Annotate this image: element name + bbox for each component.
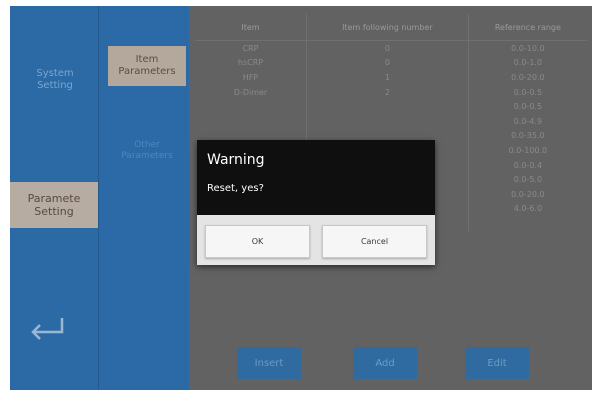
- add-button[interactable]: Add: [353, 347, 417, 379]
- cell-reference-range: 0.0-0.4: [513, 160, 543, 170]
- cell-following-number: 0: [306, 55, 469, 71]
- cell-reference-range: 0.0-4.9: [513, 116, 543, 126]
- cell-reference-range: 0.0-0.5: [513, 87, 543, 97]
- cell-reference-range: 0.0-35.0: [511, 131, 545, 141]
- cell-reference-range: 0.0-20.0: [511, 189, 545, 199]
- edit-button[interactable]: Edit: [465, 347, 529, 379]
- table-row[interactable]: hsCRP 0 0.0-1.0: [195, 55, 587, 71]
- ok-button[interactable]: OK: [205, 225, 310, 258]
- insert-button[interactable]: Insert: [237, 347, 301, 379]
- table-header-row: Item Item following number Reference ran…: [195, 14, 587, 41]
- cell-item: [195, 99, 307, 114]
- cell-following-number: [306, 99, 469, 114]
- dialog-button-bar: OK Cancel: [197, 215, 435, 265]
- warning-dialog: Warning Reset, yes? OK Cancel: [197, 140, 435, 265]
- item-parameters-tab[interactable]: Item Parameters: [108, 46, 186, 86]
- column-header-following-number: Item following number: [306, 14, 469, 41]
- cell-following-number: [306, 113, 469, 129]
- cancel-button[interactable]: Cancel: [322, 225, 427, 258]
- cell-item: D-Dimer: [195, 84, 307, 100]
- table-row[interactable]: 0.0-4.9: [195, 113, 587, 129]
- system-setting-button[interactable]: System Setting: [20, 66, 90, 94]
- cell-reference-range: 0.0-1.0: [513, 58, 543, 68]
- table-row[interactable]: D-Dimer 2 0.0-0.5: [195, 84, 587, 100]
- cell-reference-range: 4.0-6.0: [513, 204, 543, 214]
- column-header-item: Item: [195, 14, 307, 41]
- back-arrow-icon[interactable]: [24, 314, 70, 342]
- cell-item: [195, 113, 307, 129]
- action-bar: Insert Add Edit: [237, 347, 567, 379]
- cell-following-number: 0: [306, 40, 469, 56]
- cell-following-number: 1: [306, 70, 469, 85]
- cell-item: HFP: [195, 70, 307, 85]
- other-parameters-tab[interactable]: Other Parameters: [109, 134, 185, 168]
- cell-following-number: 2: [306, 84, 469, 100]
- device-screen: System Setting Paramete Setting Item Par…: [10, 6, 592, 390]
- table-row[interactable]: CRP 0 0.0-10.0: [195, 40, 587, 56]
- parameter-setting-button[interactable]: Paramete Setting: [10, 182, 98, 228]
- cell-reference-range: 0.0-0.5: [513, 102, 543, 112]
- cell-reference-range: 0.0-100.0: [508, 145, 548, 155]
- column-header-reference-range: Reference range: [468, 14, 587, 41]
- cell-reference-range: [468, 216, 587, 231]
- cell-reference-range: 0.0-20.0: [511, 72, 545, 82]
- dialog-title: Warning: [207, 152, 265, 168]
- cell-item: hsCRP: [195, 55, 307, 71]
- table-row[interactable]: 0.0-0.5: [195, 99, 587, 114]
- dialog-message: Reset, yes?: [207, 183, 264, 194]
- cell-reference-range: 0.0-10.0: [511, 43, 545, 53]
- cell-reference-range: 0.0-5.0: [513, 175, 543, 185]
- table-row[interactable]: HFP 1 0.0-20.0: [195, 70, 587, 85]
- primary-sidebar: System Setting Paramete Setting: [10, 6, 98, 390]
- cell-item: CRP: [195, 40, 307, 56]
